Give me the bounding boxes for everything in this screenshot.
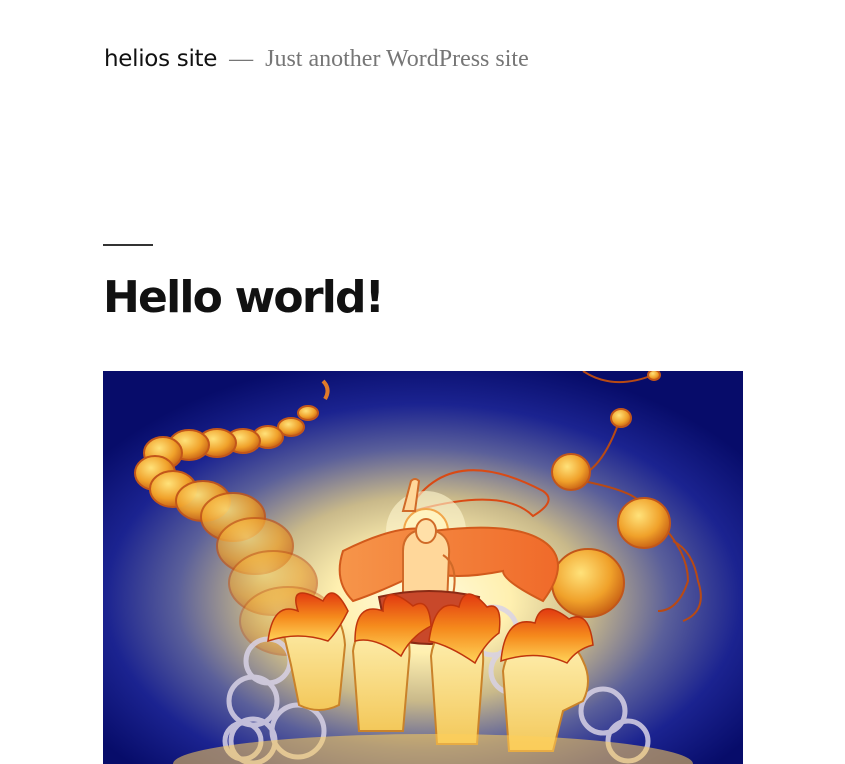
site-description: Just another WordPress site <box>265 46 529 72</box>
entry-title-divider <box>103 244 153 246</box>
title-separator: — <box>229 46 254 72</box>
site-header: helios site — Just another WordPress sit… <box>104 46 529 73</box>
post-title-link[interactable]: Hello world! <box>103 272 385 323</box>
site-title-link[interactable]: helios site <box>104 46 217 72</box>
featured-image[interactable] <box>103 371 743 764</box>
helios-chariot-illustration <box>103 371 743 764</box>
